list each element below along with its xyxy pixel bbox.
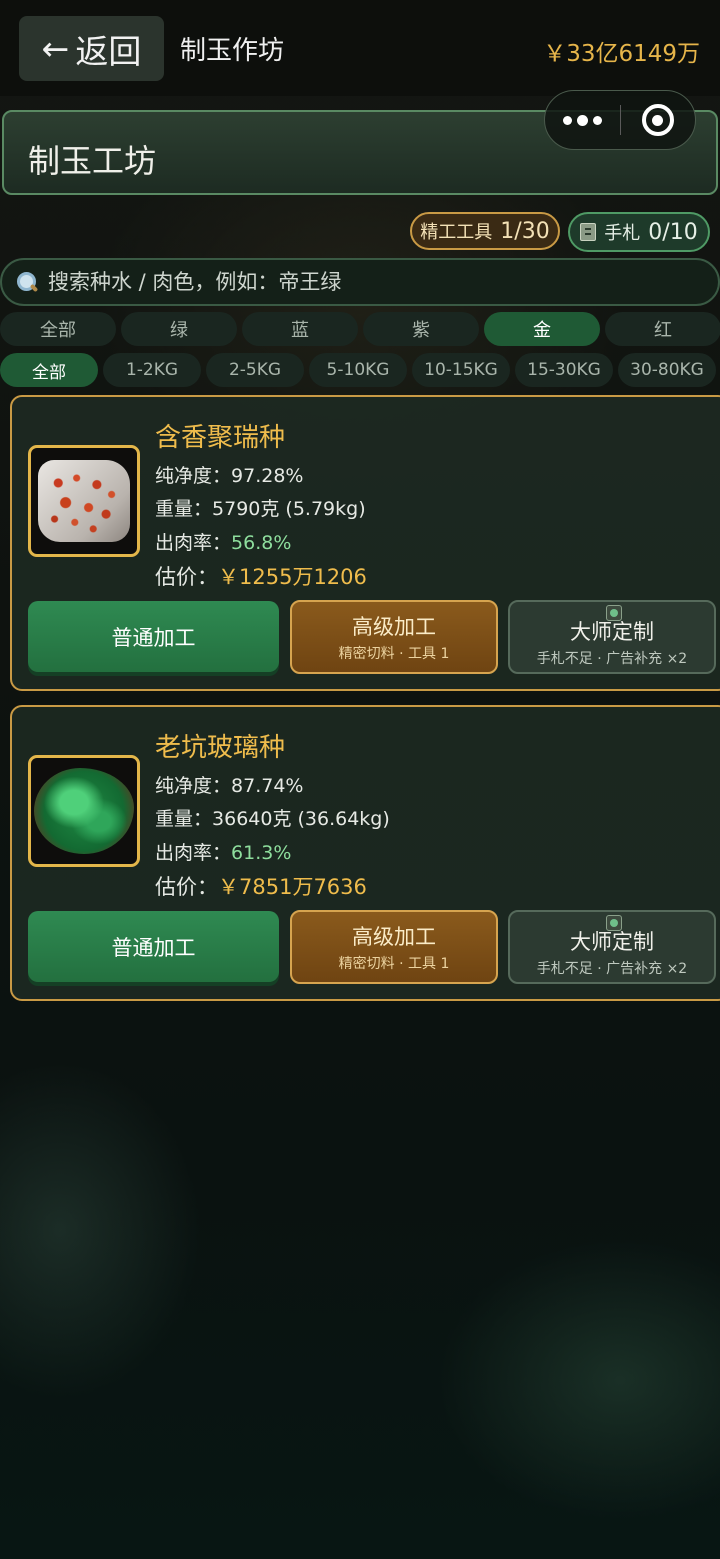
price-value: ￥7851万7636 xyxy=(218,875,367,899)
back-label: 返回 xyxy=(75,31,142,71)
yield-value: 56.8% xyxy=(231,532,292,554)
jade-thumbnail xyxy=(28,445,140,557)
search-bar xyxy=(0,258,720,306)
jade-item-card: 含香聚瑞种 纯净度：97.28% 重量：5790克 (5.79kg) 出肉率：5… xyxy=(10,395,720,691)
green-jade-stone-icon xyxy=(34,768,134,854)
weight-row: 重量：5790克 (5.79kg) xyxy=(155,498,366,520)
search-icon xyxy=(16,271,38,293)
tab-all[interactable]: 全部 xyxy=(0,312,116,346)
tab-gold[interactable]: 金 xyxy=(484,312,600,346)
close-miniprogram-icon[interactable] xyxy=(621,104,696,136)
master-custom-button[interactable]: 大师定制 手札不足 · 广告补充 ×2 xyxy=(508,910,716,984)
weight-filter-chips: 全部 1-2KG 2-5KG 5-10KG 10-15KG 15-30KG 30… xyxy=(0,353,720,387)
price-row: 估价：￥7851万7636 xyxy=(155,875,367,899)
notes-counter: 手札 0/10 xyxy=(568,212,710,252)
weight-chip-all[interactable]: 全部 xyxy=(0,353,98,387)
tab-green[interactable]: 绿 xyxy=(121,312,237,346)
price-row: 估价：￥1255万1206 xyxy=(155,565,367,589)
weight-chip-15-30kg[interactable]: 15-30KG xyxy=(515,353,613,387)
tab-red[interactable]: 红 xyxy=(605,312,720,346)
yield-value: 61.3% xyxy=(231,842,292,864)
yield-row: 出肉率：56.8% xyxy=(155,532,292,554)
arrow-left-icon: ← xyxy=(41,29,70,68)
weight-chip-5-10kg[interactable]: 5-10KG xyxy=(309,353,407,387)
back-button[interactable]: ← 返回 xyxy=(19,16,164,81)
red-speckled-stone-icon xyxy=(38,460,130,542)
price-value: ￥1255万1206 xyxy=(218,565,367,589)
tab-blue[interactable]: 蓝 xyxy=(242,312,358,346)
color-filter-tabs: 全部 绿 蓝 紫 金 红 xyxy=(0,312,720,346)
normal-process-button[interactable]: 普通加工 xyxy=(28,911,279,982)
master-custom-button[interactable]: 大师定制 手札不足 · 广告补充 ×2 xyxy=(508,600,716,674)
tools-counter: 精工工具 1/30 xyxy=(410,212,560,250)
master-badge-icon xyxy=(606,605,622,621)
jade-name: 含香聚瑞种 xyxy=(155,423,286,453)
weight-row: 重量：36640克 (36.64kg) xyxy=(155,808,390,830)
tools-value: 1/30 xyxy=(500,218,550,244)
top-bar: ← 返回 制玉作坊 ￥33亿6149万 xyxy=(0,0,720,96)
jade-item-card: 老坑玻璃种 纯净度：87.74% 重量：36640克 (36.64kg) 出肉率… xyxy=(10,705,720,1001)
notes-value: 0/10 xyxy=(648,219,698,245)
weight-value: 36640克 (36.64kg) xyxy=(212,808,390,830)
yield-row: 出肉率：61.3% xyxy=(155,842,292,864)
more-menu-icon[interactable] xyxy=(545,114,620,126)
weight-chip-30-80kg[interactable]: 30-80KG xyxy=(618,353,716,387)
purity-row: 纯净度：97.28% xyxy=(155,465,304,487)
weight-chip-2-5kg[interactable]: 2-5KG xyxy=(206,353,304,387)
banner-title: 制玉工坊 xyxy=(28,142,157,180)
notebook-icon xyxy=(580,223,597,241)
purity-value: 97.28% xyxy=(231,465,304,487)
purity-row: 纯净度：87.74% xyxy=(155,775,304,797)
purity-value: 87.74% xyxy=(231,775,304,797)
tab-purple[interactable]: 紫 xyxy=(363,312,479,346)
weight-value: 5790克 (5.79kg) xyxy=(212,498,366,520)
normal-process-button[interactable]: 普通加工 xyxy=(28,601,279,672)
miniprogram-capsule xyxy=(544,90,696,150)
balance-display: ￥33亿6149万 xyxy=(543,41,700,67)
master-badge-icon xyxy=(606,915,622,931)
notes-label: 手札 xyxy=(604,223,641,244)
weight-chip-10-15kg[interactable]: 10-15KG xyxy=(412,353,510,387)
page-title: 制玉作坊 xyxy=(180,36,285,66)
weight-chip-1-2kg[interactable]: 1-2KG xyxy=(103,353,201,387)
jade-name: 老坑玻璃种 xyxy=(155,733,286,763)
tools-label: 精工工具 xyxy=(420,222,493,243)
advanced-process-button[interactable]: 高级加工 精密切料 · 工具 1 xyxy=(290,600,498,674)
advanced-process-button[interactable]: 高级加工 精密切料 · 工具 1 xyxy=(290,910,498,984)
search-input[interactable] xyxy=(48,270,648,294)
jade-thumbnail xyxy=(28,755,140,867)
